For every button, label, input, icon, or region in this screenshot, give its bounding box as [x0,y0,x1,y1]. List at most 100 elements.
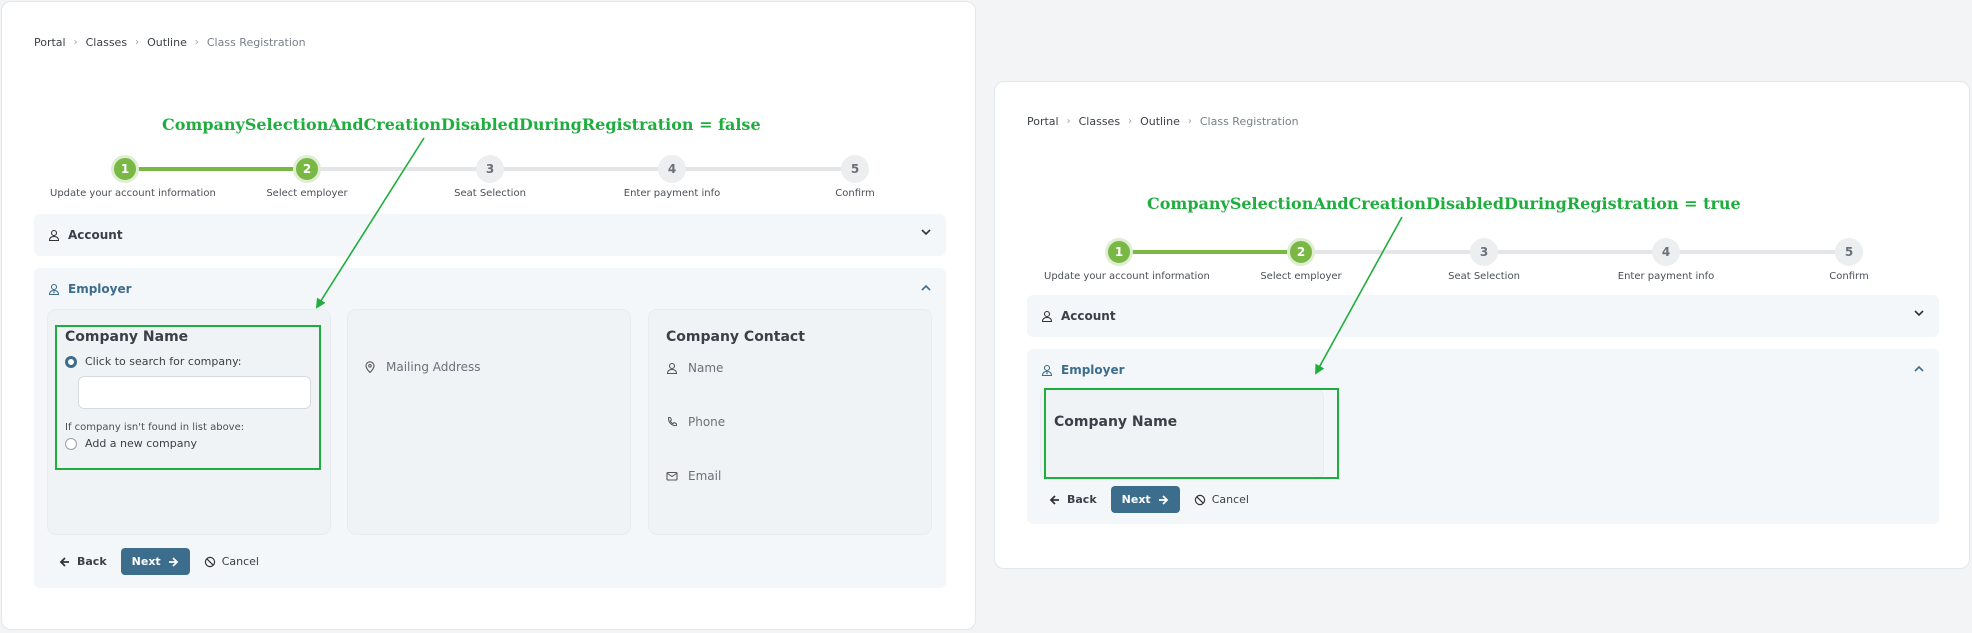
breadcrumb: Portal › Classes › Outline › Class Regis… [1027,115,1299,128]
annotation-label: CompanySelectionAndCreationDisabledDurin… [162,115,761,134]
chevron-up-icon[interactable] [1913,363,1925,378]
employer-label: Employer [68,282,132,296]
back-button[interactable]: Back [59,555,107,568]
next-button[interactable]: Next [120,548,190,575]
breadcrumb-current: Class Registration [206,36,306,49]
breadcrumb-classes[interactable]: Classes [1079,115,1120,128]
step-number: 5 [841,155,869,183]
registration-panel-disabled: Portal › Classes › Outline › Class Regis… [994,81,1970,569]
breadcrumb-separator-icon: › [1187,116,1192,127]
breadcrumb-portal[interactable]: Portal [1027,115,1059,128]
step-1[interactable]: 1 Update your account information [1044,235,1210,282]
step-label: Confirm [1829,271,1869,282]
step-label: Confirm [835,188,875,199]
chevron-down-icon[interactable] [920,226,932,241]
step-2[interactable]: 2 Select employer [1226,235,1376,282]
step-4[interactable]: 4 Enter payment info [1591,235,1741,282]
step-label: Update your account information [1044,271,1210,282]
step-label: Enter payment info [623,188,721,199]
account-label: Account [1061,309,1116,323]
user-icon [1041,310,1053,322]
user-icon [666,362,678,374]
step-number: 1 [1105,238,1133,266]
registration-panel-enabled: Portal › Classes › Outline › Class Regis… [1,1,976,630]
step-label: Select employer [266,188,348,199]
step-number: 4 [1652,238,1680,266]
step-5[interactable]: 5 Confirm [780,152,930,199]
back-label: Back [77,555,107,568]
step-number: 1 [111,155,139,183]
progress-stepper: 1 Update your account information 2 Select… [2,152,977,202]
step-number: 3 [476,155,504,183]
account-section-title: Account [1041,295,1116,337]
back-label: Back [1067,493,1097,506]
company-contact-title: Company Contact [666,329,805,345]
arrow-right-icon [168,556,178,567]
step-number: 2 [1287,238,1315,266]
employer-section-title[interactable]: Employer [1041,349,1125,391]
cancel-label: Cancel [1211,493,1249,506]
account-section-header[interactable]: Account [1027,295,1939,337]
cancel-button[interactable]: Cancel [204,555,259,568]
employer-section-title[interactable]: Employer [48,268,132,310]
breadcrumb-separator-icon: › [1066,116,1071,127]
form-actions: Back Next Cancel [59,548,259,575]
contact-email-field: Email [666,469,721,483]
step-number: 4 [658,155,686,183]
address-card: Mailing Address [348,310,630,534]
next-label: Next [1121,493,1151,506]
contact-name-label: Name [688,361,724,375]
company-contact-card: Company Contact Name Phone Email [649,310,931,534]
step-2[interactable]: 2 Select employer [232,152,382,199]
employer-label: Employer [1061,363,1125,377]
step-label: Select employer [1260,271,1342,282]
step-label: Seat Selection [454,188,526,199]
step-3[interactable]: 3 Seat Selection [415,152,565,199]
next-button[interactable]: Next [1110,486,1180,513]
step-5[interactable]: 5 Confirm [1774,235,1924,282]
annotation-highlight-box [55,325,321,470]
phone-icon [667,416,678,427]
breadcrumb-separator-icon: › [135,37,140,48]
mailing-address-field: Mailing Address [364,360,481,374]
contact-name-field: Name [666,361,723,375]
step-4[interactable]: 4 Enter payment info [597,152,747,199]
form-actions: Back Next Cancel [1049,486,1249,513]
ban-icon [204,556,215,567]
step-label: Enter payment info [1617,271,1715,282]
account-label: Account [68,228,123,242]
breadcrumb-classes[interactable]: Classes [86,36,127,49]
chevron-up-icon[interactable] [920,282,932,297]
step-3[interactable]: 3 Seat Selection [1409,235,1559,282]
arrow-left-icon [1049,494,1059,505]
step-number: 2 [293,155,321,183]
account-section-header[interactable]: Account [34,214,946,256]
envelope-icon [666,471,678,481]
step-label: Update your account information [50,188,216,199]
annotation-highlight-box [1044,388,1339,479]
annotation-label: CompanySelectionAndCreationDisabledDurin… [1147,194,1741,213]
breadcrumb-separator-icon: › [73,37,78,48]
breadcrumb-outline[interactable]: Outline [147,36,187,49]
step-1[interactable]: 1 Update your account information [50,152,216,199]
chevron-down-icon[interactable] [1913,307,1925,322]
step-number: 5 [1835,238,1863,266]
breadcrumb-outline[interactable]: Outline [1140,115,1180,128]
cancel-button[interactable]: Cancel [1194,493,1249,506]
breadcrumb-separator-icon: › [1128,116,1133,127]
contact-email-label: Email [688,469,722,483]
step-number: 3 [1470,238,1498,266]
breadcrumb-separator-icon: › [194,37,199,48]
cancel-label: Cancel [221,555,259,568]
step-label: Seat Selection [1448,271,1520,282]
user-icon [48,229,60,241]
mailing-address-label: Mailing Address [386,360,481,374]
arrow-right-icon [1158,494,1168,505]
user-tie-icon [48,283,60,295]
breadcrumb: Portal › Classes › Outline › Class Regis… [34,36,306,49]
contact-phone-label: Phone [688,415,726,429]
ban-icon [1194,494,1205,505]
next-label: Next [131,555,161,568]
breadcrumb-portal[interactable]: Portal [34,36,66,49]
back-button[interactable]: Back [1049,493,1097,506]
